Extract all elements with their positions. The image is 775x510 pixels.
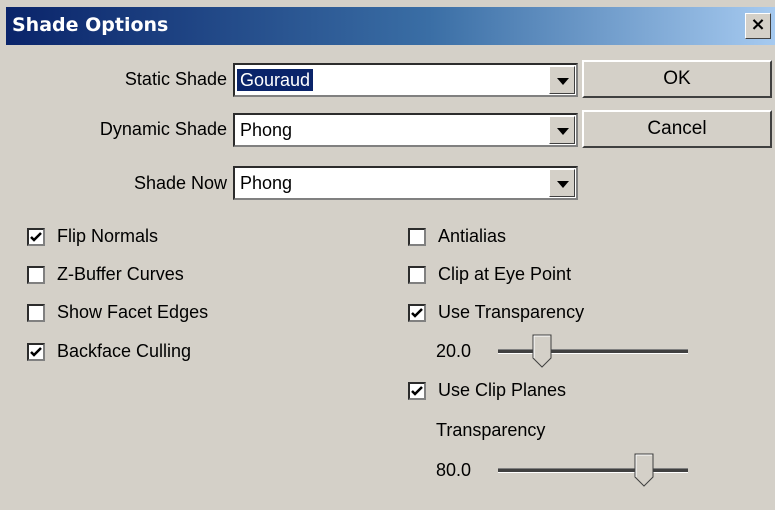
transparency-value: 20.0 <box>436 341 472 361</box>
checkbox-box[interactable] <box>27 265 45 284</box>
static-shade-select[interactable]: Gouraud <box>233 63 578 97</box>
shade-now-label: Shade Now <box>133 173 227 193</box>
transparency-slider[interactable] <box>498 334 688 368</box>
shade-now-select[interactable]: Phong <box>233 166 578 200</box>
dynamic-shade-label: Dynamic Shade <box>99 119 227 139</box>
checkbox-box[interactable] <box>27 342 45 361</box>
check-icon <box>30 231 42 242</box>
clip-eye-point-checkbox[interactable]: Clip at Eye Point <box>408 264 571 285</box>
slider-track <box>498 468 688 473</box>
clip-transparency-slider[interactable] <box>498 453 688 487</box>
use-clip-planes-checkbox[interactable]: Use Clip Planes <box>408 380 566 401</box>
antialias-label: Antialias <box>438 226 507 246</box>
checkbox-box[interactable] <box>27 303 45 322</box>
backface-culling-checkbox[interactable]: Backface Culling <box>27 341 191 362</box>
static-shade-value: Gouraud <box>235 68 315 92</box>
use-transparency-label: Use Transparency <box>438 302 585 322</box>
zbuffer-curves-checkbox[interactable]: Z-Buffer Curves <box>27 264 184 285</box>
show-facet-edges-label: Show Facet Edges <box>57 302 209 322</box>
checkbox-box[interactable] <box>408 381 426 400</box>
checkbox-box[interactable] <box>408 303 426 322</box>
clip-transparency-value: 80.0 <box>436 460 472 480</box>
cancel-button[interactable]: Cancel <box>582 110 772 148</box>
slider-track <box>498 349 688 354</box>
checkbox-box[interactable] <box>408 227 426 246</box>
chevron-down-icon[interactable] <box>549 116 575 144</box>
check-icon <box>411 385 423 396</box>
chevron-down-icon[interactable] <box>549 169 575 197</box>
check-icon <box>30 346 42 357</box>
chevron-down-icon[interactable] <box>549 66 575 94</box>
checkbox-box[interactable] <box>27 227 45 246</box>
dynamic-shade-select[interactable]: Phong <box>233 113 578 147</box>
static-shade-label: Static Shade <box>124 69 227 89</box>
flip-normals-label: Flip Normals <box>57 226 159 246</box>
flip-normals-checkbox[interactable]: Flip Normals <box>27 226 158 247</box>
ok-button[interactable]: OK <box>582 60 772 98</box>
zbuffer-curves-label: Z-Buffer Curves <box>57 264 184 284</box>
clip-transparency-label: Transparency <box>436 420 546 440</box>
dialog-title: Shade Options <box>12 14 169 36</box>
shade-options-dialog: Shade Options × Static Shade Gouraud Dyn… <box>0 0 775 510</box>
dynamic-shade-value: Phong <box>240 120 293 140</box>
check-icon <box>411 307 423 318</box>
use-clip-planes-label: Use Clip Planes <box>438 380 567 400</box>
backface-culling-label: Backface Culling <box>57 341 192 361</box>
show-facet-edges-checkbox[interactable]: Show Facet Edges <box>27 302 208 323</box>
shade-now-value: Phong <box>240 173 293 193</box>
clip-eye-point-label: Clip at Eye Point <box>438 264 572 284</box>
slider-thumb[interactable] <box>532 334 552 368</box>
slider-thumb[interactable] <box>634 453 654 487</box>
title-bar[interactable]: Shade Options × <box>6 7 775 45</box>
antialias-checkbox[interactable]: Antialias <box>408 226 506 247</box>
use-transparency-checkbox[interactable]: Use Transparency <box>408 302 584 323</box>
checkbox-box[interactable] <box>408 265 426 284</box>
close-button[interactable]: × <box>745 13 771 39</box>
